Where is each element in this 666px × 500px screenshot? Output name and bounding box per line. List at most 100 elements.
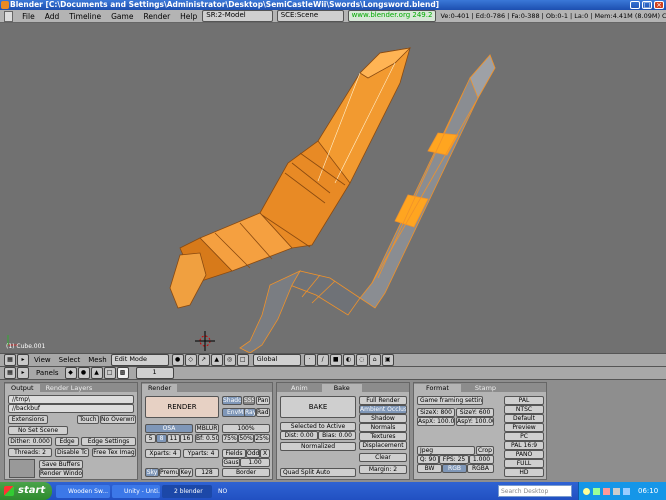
sky-toggle[interactable]: Sky bbox=[145, 468, 159, 477]
extensions-button[interactable]: Extensions bbox=[8, 415, 48, 424]
fps-field[interactable]: FPS: 25 bbox=[439, 455, 469, 464]
sizey-field[interactable]: SizeY: 600 bbox=[456, 408, 494, 417]
menu-mesh[interactable]: Mesh bbox=[84, 354, 110, 367]
screen-selector[interactable]: SR:2-Model bbox=[202, 10, 273, 22]
preset-pc[interactable]: PC bbox=[504, 432, 544, 441]
panel-page-field[interactable]: 1 bbox=[135, 367, 174, 379]
menu-view[interactable]: View bbox=[30, 354, 55, 367]
bake-displacement[interactable]: Displacement bbox=[359, 441, 407, 450]
collapse-icon[interactable]: ▸ bbox=[17, 354, 29, 366]
bake-bias-field[interactable]: Bias: 0.00 bbox=[318, 431, 356, 440]
menu-timeline[interactable]: Timeline bbox=[64, 10, 106, 23]
close-icon[interactable]: × bbox=[654, 1, 664, 9]
proportional-icon[interactable]: ◌ bbox=[355, 354, 368, 366]
tab-render-layers[interactable]: Render Layers bbox=[40, 384, 99, 392]
odd-toggle[interactable]: Odd bbox=[246, 449, 260, 458]
minimize-icon[interactable]: _ bbox=[630, 1, 640, 9]
mode-select[interactable]: Edit Mode bbox=[110, 354, 169, 366]
preset-hd[interactable]: HD bbox=[504, 468, 544, 477]
touch-button[interactable]: Touch bbox=[77, 415, 99, 424]
logic-icon[interactable]: ◆ bbox=[64, 367, 77, 379]
xparts-field[interactable]: Xparts: 4 bbox=[145, 449, 181, 458]
bake-textures[interactable]: Textures bbox=[359, 432, 407, 441]
blender-url[interactable]: www.blender.org 249.2 bbox=[347, 10, 437, 22]
normalized-toggle[interactable]: Normalized bbox=[280, 442, 356, 451]
backbuf-path-field[interactable]: //backbuf bbox=[8, 404, 134, 413]
shadow-toggle[interactable]: Shado bbox=[222, 396, 242, 405]
preset-pal-169[interactable]: PAL 16:9 bbox=[504, 441, 544, 450]
size-25-button[interactable]: 25% bbox=[254, 434, 270, 443]
bw-toggle[interactable]: BW bbox=[417, 464, 442, 473]
draw-type-icon[interactable]: ● bbox=[171, 354, 184, 366]
size-100-button[interactable]: 100% bbox=[222, 424, 270, 433]
tray-icon-3[interactable] bbox=[603, 487, 610, 495]
tray-icon-4[interactable] bbox=[613, 487, 620, 495]
menu-select[interactable]: Select bbox=[55, 354, 85, 367]
3d-viewport[interactable] bbox=[0, 23, 666, 354]
tray-icon-5[interactable] bbox=[623, 487, 630, 495]
scene-icon[interactable]: ▩ bbox=[116, 367, 129, 379]
shading-icon[interactable]: ● bbox=[77, 367, 90, 379]
bake-button[interactable]: BAKE bbox=[280, 396, 356, 418]
menu-render[interactable]: Render bbox=[138, 10, 175, 23]
osa-5[interactable]: 5 bbox=[145, 434, 156, 443]
tray-icon-1[interactable] bbox=[583, 487, 590, 495]
aspx-field[interactable]: AspX: 100.00 bbox=[417, 417, 455, 426]
task-blender[interactable]: 2 blender bbox=[162, 485, 212, 498]
pano-toggle[interactable]: Pan bbox=[256, 396, 270, 405]
buttons-collapse-icon[interactable]: ▸ bbox=[17, 367, 29, 379]
free-tex-images-button[interactable]: Free Tex Imag bbox=[92, 448, 136, 457]
sizex-field[interactable]: SizeX: 800 bbox=[417, 408, 455, 417]
x-toggle[interactable]: X bbox=[260, 449, 270, 458]
edge-settings-button[interactable]: Edge Settings bbox=[81, 437, 136, 446]
filter-size-field[interactable]: 1.00 bbox=[240, 458, 270, 467]
selected-to-active-toggle[interactable]: Selected to Active bbox=[280, 422, 356, 431]
osa-11[interactable]: 11 bbox=[167, 434, 180, 443]
quality-field[interactable]: Q: 90 bbox=[417, 455, 439, 464]
render-display-icon[interactable] bbox=[9, 459, 35, 478]
desktop-search-input[interactable]: Search Desktop bbox=[498, 485, 572, 497]
manipulator-icon[interactable]: ↗ bbox=[197, 354, 210, 366]
face-select-icon[interactable]: ■ bbox=[329, 354, 342, 366]
preset-full[interactable]: FULL bbox=[504, 459, 544, 468]
bake-shadow[interactable]: Shadow bbox=[359, 414, 407, 423]
object-icon[interactable]: ▲ bbox=[90, 367, 103, 379]
size-50-button[interactable]: 50% bbox=[238, 434, 254, 443]
tab-output[interactable]: Output bbox=[5, 383, 40, 392]
output-path-field[interactable]: //tmp\ bbox=[8, 395, 134, 404]
osa-8[interactable]: 8 bbox=[156, 434, 167, 443]
radio-toggle[interactable]: Radi bbox=[256, 408, 270, 417]
editing-icon[interactable]: □ bbox=[103, 367, 116, 379]
game-framing-button[interactable]: Game framing settings bbox=[417, 396, 483, 405]
tab-render[interactable]: Render bbox=[142, 383, 178, 392]
scene-selector[interactable]: SCE:Scene bbox=[276, 10, 344, 22]
edge-button[interactable]: Edge bbox=[55, 437, 79, 446]
orientation-select[interactable]: Global bbox=[252, 354, 301, 366]
gauss-filter-select[interactable]: Gaus bbox=[222, 458, 240, 467]
quad-split-select[interactable]: Quad Split Auto bbox=[280, 468, 356, 477]
task-wooden-swords[interactable]: Wooden Sw... bbox=[56, 485, 110, 498]
sss-toggle[interactable]: SSS bbox=[243, 396, 255, 405]
vertex-select-icon[interactable]: · bbox=[303, 354, 316, 366]
rgba-toggle[interactable]: RGBA bbox=[467, 464, 494, 473]
bake-margin-field[interactable]: Margin: 2 bbox=[359, 465, 407, 474]
task-no[interactable]: NO bbox=[214, 485, 234, 498]
editor-type-icon[interactable]: ▦ bbox=[4, 354, 16, 366]
size-75-button[interactable]: 75% bbox=[222, 434, 238, 443]
menu-help[interactable]: Help bbox=[175, 10, 202, 23]
maximize-icon[interactable]: □ bbox=[642, 1, 652, 9]
edge-select-icon[interactable]: / bbox=[316, 354, 329, 366]
key-toggle[interactable]: Key bbox=[179, 468, 193, 477]
bake-ambient-occlusion[interactable]: Ambient Occlusi bbox=[359, 405, 407, 414]
bake-full-render[interactable]: Full Render bbox=[359, 396, 407, 405]
osa-16[interactable]: 16 bbox=[180, 434, 193, 443]
tab-format[interactable]: Format bbox=[414, 383, 461, 392]
render-preview-icon[interactable]: ▣ bbox=[381, 354, 394, 366]
tab-anim[interactable]: Anim bbox=[277, 384, 322, 392]
ray-toggle[interactable]: Ray bbox=[244, 408, 256, 417]
no-overwrite-button[interactable]: No Overwrite bbox=[100, 415, 136, 424]
blur-factor-field[interactable]: Bf: 0.50 bbox=[195, 434, 219, 443]
disable-tc-button[interactable]: Disable Tc bbox=[55, 448, 89, 457]
render-button[interactable]: RENDER bbox=[145, 396, 219, 418]
translate-icon[interactable]: ▲ bbox=[210, 354, 223, 366]
